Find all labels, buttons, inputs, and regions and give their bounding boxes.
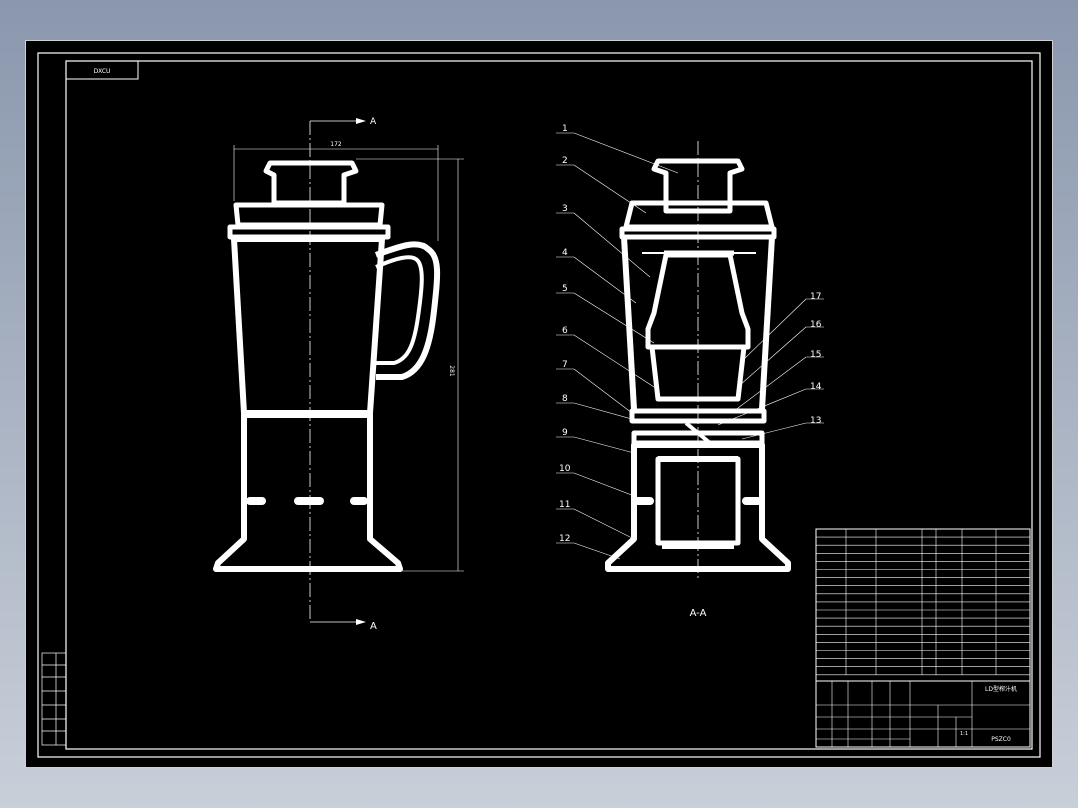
title-scale: 1:1 — [960, 731, 968, 737]
height-dimension-text: 281 — [448, 365, 455, 377]
part-number-9: 9 — [562, 428, 568, 438]
part-number-10: 10 — [559, 464, 571, 474]
leaders-right — [717, 298, 824, 440]
section-arrow-bottom — [356, 619, 366, 625]
part-number-7: 7 — [562, 360, 568, 370]
section-wall-left — [621, 236, 637, 410]
part-number-5: 5 — [562, 284, 568, 294]
width-dimension-text: 172 — [330, 141, 342, 148]
section-arrow-top — [356, 118, 366, 124]
part-number-2: 2 — [562, 156, 568, 166]
section-wall-right — [759, 236, 775, 410]
part-numbers: 1 2 3 4 5 6 7 8 9 10 11 12 13 14 15 16 1… — [559, 124, 822, 544]
drawing-code: DXCU — [94, 68, 111, 75]
part-number-15: 15 — [810, 350, 821, 360]
part-number-11: 11 — [559, 500, 570, 510]
front-handle-inner — [375, 255, 424, 365]
cad-drawing: DXCU A A 172 281 A-A 1 2 3 4 5 6 7 8 9 1… — [37, 52, 1041, 758]
part-number-3: 3 — [562, 204, 568, 214]
front-lid-knob — [263, 160, 359, 206]
inner-border — [65, 60, 1033, 750]
section-lid — [623, 200, 775, 230]
front-view — [213, 120, 464, 623]
part-number-12: 12 — [559, 534, 570, 544]
section-view-label: A-A — [690, 608, 707, 619]
section-label-top: A — [370, 117, 377, 127]
part-number-16: 16 — [810, 320, 822, 330]
part-number-13: 13 — [810, 416, 821, 426]
part-number-8: 8 — [562, 394, 568, 404]
part-number-4: 4 — [562, 248, 568, 258]
front-jug-body — [231, 236, 385, 416]
bill-of-materials — [815, 528, 1031, 748]
section-view — [605, 141, 791, 581]
part-number-1: 1 — [562, 124, 568, 134]
front-lid — [233, 202, 385, 228]
part-number-17: 17 — [810, 292, 821, 302]
part-number-6: 6 — [562, 326, 568, 336]
drawing-sheet: DXCU A A 172 281 A-A 1 2 3 4 5 6 7 8 9 1… — [25, 40, 1053, 768]
front-collar — [227, 224, 391, 240]
title-product-name: LD型榨汁机 — [985, 685, 1017, 693]
section-label-bottom: A — [370, 621, 377, 632]
outer-border — [37, 52, 1041, 758]
left-margin-table — [41, 652, 67, 746]
front-base — [213, 412, 403, 572]
part-number-14: 14 — [810, 382, 822, 392]
title-drawing-no: PSZC0 — [991, 736, 1011, 743]
